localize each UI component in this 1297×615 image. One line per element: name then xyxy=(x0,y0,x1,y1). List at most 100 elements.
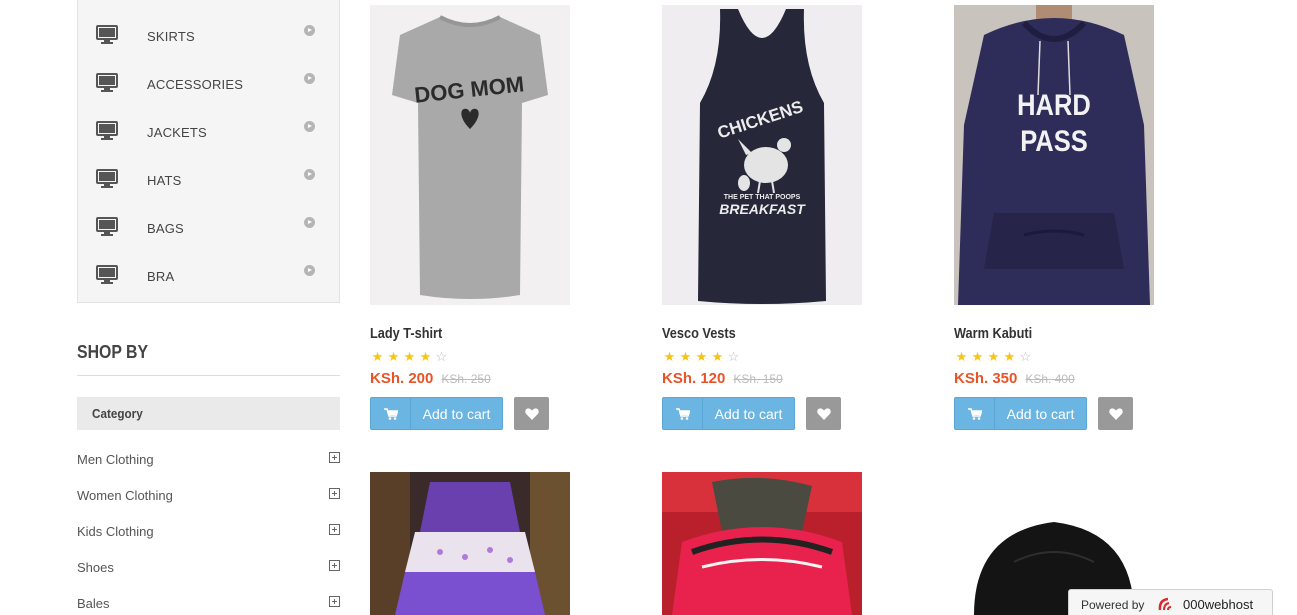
shop-page: SKIRTS ACCESSORIES JACKETS HATS BAGS BRA xyxy=(0,0,1297,615)
star-empty-icon: ☆ xyxy=(727,349,740,364)
chevron-right-icon xyxy=(304,25,315,36)
add-to-cart-label: Add to cart xyxy=(422,405,491,422)
filter-label: Kids Clothing xyxy=(77,524,154,539)
price: KSh. 120 xyxy=(662,370,726,387)
wishlist-button[interactable] xyxy=(806,397,841,430)
rating-stars: ★ ★ ★ ★ ☆ xyxy=(662,349,862,364)
price: KSh. 200 xyxy=(370,370,434,387)
star-filled-icon: ★ xyxy=(711,349,724,364)
add-to-cart-label: Add to cart xyxy=(1006,405,1075,422)
star-filled-icon: ★ xyxy=(971,349,984,364)
shop-by-title: SHOP BY xyxy=(77,342,149,362)
cart-icon xyxy=(955,398,995,429)
product-name[interactable]: Vesco Vests xyxy=(662,325,832,342)
star-filled-icon: ★ xyxy=(403,349,416,364)
star-filled-icon: ★ xyxy=(387,349,400,364)
chevron-right-icon xyxy=(304,265,315,276)
powered-by-label: Powered by xyxy=(1081,598,1145,612)
product-name[interactable]: Lady T-shirt xyxy=(370,325,540,342)
category-label: JACKETS xyxy=(147,125,207,140)
product-image[interactable] xyxy=(370,472,570,615)
filter-item-women-clothing[interactable]: Women Clothing xyxy=(77,486,340,506)
heart-icon xyxy=(1108,407,1123,420)
category-label: HATS xyxy=(147,173,182,188)
product-card-warm-kabuti: HARD PASS Warm Kabuti ★ ★ ★ ★ ☆ KSh. 350 KSh.… xyxy=(954,5,1154,430)
category-label: BAGS xyxy=(147,221,184,236)
product-name[interactable]: Warm Kabuti xyxy=(954,325,1124,342)
wishlist-button[interactable] xyxy=(514,397,549,430)
hoodie-image: HARD PASS xyxy=(954,5,1154,305)
powered-by-badge[interactable]: Powered by 000webhost xyxy=(1068,589,1273,615)
price: KSh. 350 xyxy=(954,370,1018,387)
category-item-jackets[interactable]: JACKETS xyxy=(78,107,339,155)
old-price: KSh. 150 xyxy=(733,372,783,386)
filter-header-label: Category xyxy=(92,406,143,421)
category-label: ACCESSORIES xyxy=(147,77,244,92)
star-filled-icon: ★ xyxy=(987,349,1000,364)
filter-header: Category xyxy=(77,397,340,430)
heart-icon xyxy=(524,407,539,420)
filter-label: Women Clothing xyxy=(77,488,173,503)
category-item-accessories[interactable]: ACCESSORIES xyxy=(78,59,339,107)
add-to-cart-button[interactable]: Add to cart xyxy=(662,397,795,430)
star-filled-icon: ★ xyxy=(419,349,432,364)
filter-item-shoes[interactable]: Shoes xyxy=(77,558,340,578)
expand-plus-icon[interactable] xyxy=(329,488,340,499)
monitor-icon xyxy=(96,217,118,236)
star-filled-icon: ★ xyxy=(371,349,384,364)
add-to-cart-button[interactable]: Add to cart xyxy=(370,397,503,430)
chevron-right-icon xyxy=(304,121,315,132)
category-menu: SKIRTS ACCESSORIES JACKETS HATS BAGS BRA xyxy=(77,0,340,303)
product-image[interactable]: HARD PASS xyxy=(954,5,1154,305)
category-label: BRA xyxy=(147,269,175,284)
category-item-hats[interactable]: HATS xyxy=(78,155,339,203)
dress-image xyxy=(370,472,570,615)
expand-plus-icon[interactable] xyxy=(329,524,340,535)
product-image[interactable]: DOG MOM xyxy=(370,5,570,305)
category-item-bra[interactable]: BRA xyxy=(78,251,339,299)
filter-item-bales[interactable]: Bales xyxy=(77,594,340,614)
product-actions: Add to cart xyxy=(954,397,1154,430)
svg-text:HARD: HARD xyxy=(1017,88,1091,121)
tank-top-image: CHICKENS THE PET THAT POOPS BREAKFAST xyxy=(662,5,862,305)
product-image[interactable]: CHICKENS THE PET THAT POOPS BREAKFAST xyxy=(662,5,862,305)
product-actions: Add to cart xyxy=(370,397,570,430)
product-card-lady-tshirt: DOG MOM Lady T-shirt ★ ★ ★ ★ ☆ KSh. 200 KSh. … xyxy=(370,5,570,430)
svg-text:PASS: PASS xyxy=(1020,124,1088,157)
add-to-cart-label: Add to cart xyxy=(714,405,783,422)
star-filled-icon: ★ xyxy=(679,349,692,364)
filter-item-kids-clothing[interactable]: Kids Clothing xyxy=(77,522,340,542)
product-card-bag xyxy=(662,472,862,615)
star-filled-icon: ★ xyxy=(695,349,708,364)
category-label: SKIRTS xyxy=(147,29,195,44)
svg-text:THE PET THAT POOPS: THE PET THAT POOPS xyxy=(724,194,801,201)
product-image[interactable] xyxy=(662,472,862,615)
monitor-icon xyxy=(96,265,118,284)
star-filled-icon: ★ xyxy=(1003,349,1016,364)
category-item-skirts[interactable]: SKIRTS xyxy=(78,11,339,59)
expand-plus-icon[interactable] xyxy=(329,560,340,571)
bag-image xyxy=(662,472,862,615)
chevron-right-icon xyxy=(304,217,315,228)
filter-item-men-clothing[interactable]: Men Clothing xyxy=(77,450,340,470)
cart-icon xyxy=(371,398,411,429)
monitor-icon xyxy=(96,169,118,188)
star-empty-icon: ☆ xyxy=(1019,349,1032,364)
product-card-dress xyxy=(370,472,570,615)
monitor-icon xyxy=(96,73,118,92)
rating-stars: ★ ★ ★ ★ ☆ xyxy=(370,349,570,364)
brand-label: 000webhost xyxy=(1183,597,1254,612)
chevron-right-icon xyxy=(304,73,315,84)
wishlist-button[interactable] xyxy=(1098,397,1133,430)
category-item-bags[interactable]: BAGS xyxy=(78,203,339,251)
add-to-cart-button[interactable]: Add to cart xyxy=(954,397,1087,430)
chevron-right-icon xyxy=(304,169,315,180)
filter-label: Bales xyxy=(77,596,110,611)
price-row: KSh. 120 KSh. 150 xyxy=(662,370,862,388)
expand-plus-icon[interactable] xyxy=(329,596,340,607)
cart-icon xyxy=(663,398,703,429)
filter-label: Shoes xyxy=(77,560,114,575)
expand-plus-icon[interactable] xyxy=(329,452,340,463)
divider xyxy=(77,375,340,376)
star-filled-icon: ★ xyxy=(955,349,968,364)
